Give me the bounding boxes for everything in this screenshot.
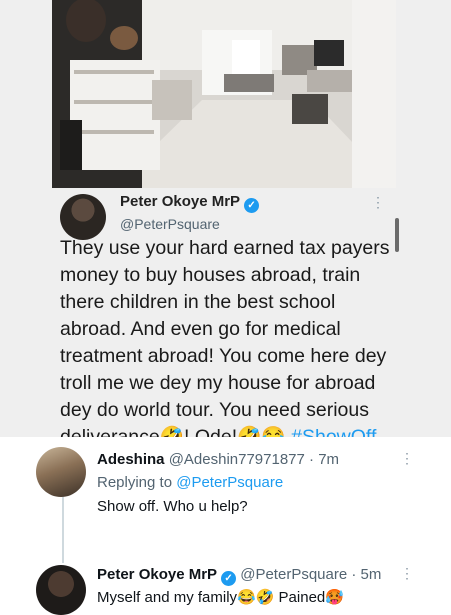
text-line-last: deliverance🤣! Ode!🤣😂 #ShowOff bbox=[60, 424, 395, 437]
author-handle: @PeterPsquare bbox=[120, 216, 220, 232]
scrollbar bbox=[395, 218, 399, 252]
thread-connector-line bbox=[62, 497, 64, 563]
avatar[interactable] bbox=[36, 447, 86, 497]
more-options-icon: ⋮ bbox=[371, 194, 385, 210]
more-options-icon[interactable]: ⋮ bbox=[400, 450, 414, 467]
author-name[interactable]: Adeshina bbox=[97, 451, 165, 468]
text-line: there children in the best school bbox=[60, 291, 336, 313]
text-line: treatment abroad! You come here dey bbox=[60, 345, 387, 367]
embedded-tweet-screenshot: Peter Okoye MrP ✓ @PeterPsquare ⋮ They us… bbox=[0, 0, 451, 437]
replying-to: Replying to @PeterPsquare bbox=[97, 474, 284, 491]
tweet-text: Myself and my family😂🤣 Pained🥵 bbox=[97, 589, 344, 606]
verified-badge-icon: ✓ bbox=[244, 198, 260, 213]
author-handle-time: @Adeshin77971877 · 7m bbox=[168, 451, 340, 468]
tweet-text: Show off. Who u help? bbox=[97, 498, 248, 515]
avatar bbox=[60, 194, 106, 240]
more-options-icon[interactable]: ⋮ bbox=[400, 565, 414, 582]
tweet-header: Peter Okoye MrP ✓ @PeterPsquare · 5m bbox=[97, 566, 381, 586]
text-line: They use your hard earned tax payers bbox=[60, 237, 390, 259]
verified-badge-icon: ✓ bbox=[221, 571, 237, 586]
author-name[interactable]: Peter Okoye MrP bbox=[97, 566, 217, 583]
rofl-emoji-icon: 🤣 bbox=[159, 426, 185, 437]
tweet-header: Adeshina @Adeshin77971877 · 7m bbox=[97, 451, 339, 468]
text-line: dey do world tour. You need serious bbox=[60, 399, 369, 421]
replying-to-link[interactable]: @PeterPsquare bbox=[176, 474, 283, 491]
avatar[interactable] bbox=[36, 565, 86, 615]
author-name: Peter Okoye MrP ✓ bbox=[120, 193, 260, 213]
house-interior-photo bbox=[52, 0, 396, 188]
rofl-emoji-icon: 🤣😂 bbox=[237, 426, 286, 437]
text-line: troll me we dey my house for abroad bbox=[60, 372, 376, 394]
text-line: abroad. And even go for medical bbox=[60, 318, 341, 340]
hashtag-link: #ShowOff bbox=[291, 426, 377, 437]
author-handle-time: @PeterPsquare · 5m bbox=[240, 566, 382, 583]
embedded-tweet-text: They use your hard earned tax payers mon… bbox=[60, 235, 395, 437]
text-line: money to buy houses abroad, train bbox=[60, 264, 361, 286]
